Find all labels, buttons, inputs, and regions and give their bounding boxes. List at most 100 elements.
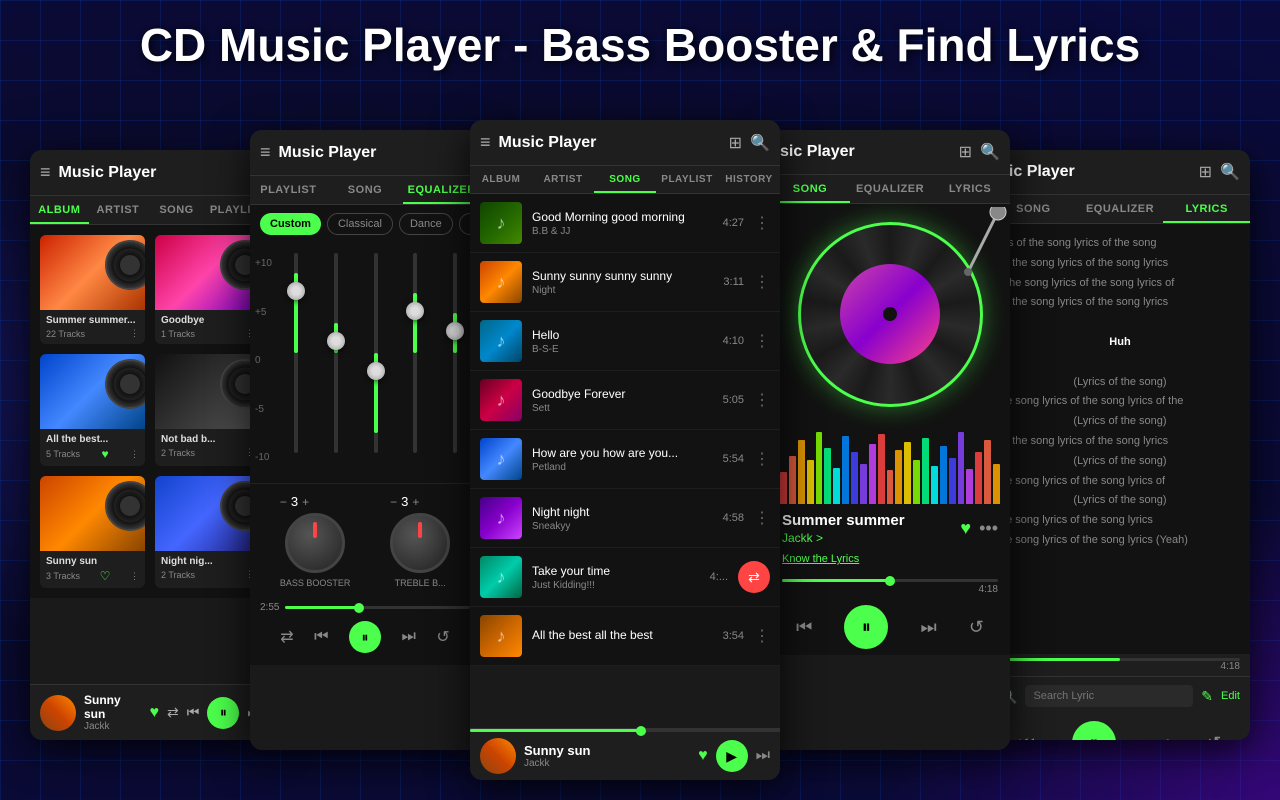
more-icon[interactable]: ⋮ <box>130 449 139 460</box>
tab-song[interactable]: SONG <box>594 166 656 193</box>
search-lyric-input[interactable] <box>1025 685 1193 707</box>
filter-icon-4[interactable]: ⊞ <box>959 142 972 162</box>
search-icon-4[interactable]: 🔍 <box>980 142 1000 162</box>
eq-slider-3[interactable] <box>356 253 396 478</box>
preset-custom[interactable]: Custom <box>260 213 321 235</box>
song-item-5[interactable]: ♪ Night nightSneakyy 4:58 ⋮ <box>470 489 780 548</box>
song-more-7[interactable]: ⋮ <box>754 626 770 646</box>
mini-heart-3[interactable]: ♥ <box>698 747 708 765</box>
song-more-3[interactable]: ⋮ <box>754 390 770 410</box>
repeat-btn-5[interactable]: ↺ <box>1206 733 1221 741</box>
tab-album[interactable]: ALBUM <box>30 196 89 224</box>
next-btn-5[interactable]: ⏭ <box>1153 733 1169 741</box>
preset-classical[interactable]: Classical <box>327 213 393 235</box>
next-btn-4[interactable]: ⏭ <box>921 617 937 638</box>
mini-avatar <box>40 695 76 731</box>
song-more-0[interactable]: ⋮ <box>754 213 770 233</box>
song-item-4[interactable]: ♪ How are you how are you...Petland 5:54… <box>470 430 780 489</box>
album-item[interactable]: Night nig... 2 Tracks ⋮ <box>155 476 260 588</box>
pause-button[interactable]: ⏸ <box>349 621 381 653</box>
tab-artist[interactable]: ARTIST <box>89 196 148 224</box>
filter-icon-5[interactable]: ⊞ <box>1199 162 1212 182</box>
shuffle-button[interactable]: ⇄ <box>167 704 179 721</box>
search-icon[interactable]: 🔍 <box>750 133 770 153</box>
treble-minus[interactable]: − <box>390 495 397 509</box>
heart-icon[interactable]: ♥ <box>101 447 108 461</box>
menu-icon[interactable]: ≡ <box>40 162 51 183</box>
song-more-1[interactable]: ⋮ <box>754 272 770 292</box>
more-icon[interactable]: ⋮ <box>130 571 139 582</box>
prev-icon[interactable]: ⏮ <box>314 628 328 646</box>
prev-btn-4[interactable]: ⏮ <box>796 617 812 638</box>
shuffle-icon[interactable]: ⇄ <box>280 627 293 647</box>
pause-btn-4[interactable]: ⏸ <box>844 605 888 649</box>
prev-button[interactable]: ⏮ <box>187 704 200 721</box>
mini-play-3[interactable]: ▶ <box>716 740 748 772</box>
song-item-2[interactable]: ♪ HelloB-S-E 4:10 ⋮ <box>470 312 780 371</box>
tab-playlist[interactable]: PLAYLIST <box>656 166 718 193</box>
tab-history[interactable]: HISTORY <box>718 166 780 193</box>
progress-bar-5[interactable] <box>1000 658 1240 661</box>
song-more-4[interactable]: ⋮ <box>754 449 770 469</box>
eq-progress-bar[interactable] <box>285 606 470 609</box>
menu-icon[interactable]: ≡ <box>260 142 271 163</box>
more-icon[interactable]: ⋮ <box>130 328 139 339</box>
repeat-btn-4[interactable]: ↺ <box>969 617 984 638</box>
shuffle-active-button[interactable]: ⇄ <box>738 561 770 593</box>
viz-bar-21 <box>966 469 973 504</box>
tab-equalizer-4[interactable]: EQUALIZER <box>850 175 930 203</box>
tab-artist[interactable]: ARTIST <box>532 166 594 193</box>
progress-bar-4[interactable] <box>782 579 998 582</box>
mini-next-3[interactable]: ⏭ <box>756 747 770 765</box>
tab-song-4[interactable]: SONG <box>770 175 850 203</box>
tab-equalizer[interactable]: EQUALIZER <box>403 176 480 204</box>
screen3-header: ≡ Music Player ⊞ 🔍 <box>470 120 780 166</box>
nowplaying-artist: Jackk > <box>782 531 905 545</box>
search-icon-5[interactable]: 🔍 <box>1220 162 1240 182</box>
eq-slider-1[interactable] <box>276 253 316 478</box>
progress-bar-3[interactable] <box>470 729 780 732</box>
pause-btn-5[interactable]: ⏸ <box>1072 721 1116 740</box>
preset-dance[interactable]: Dance <box>399 213 453 235</box>
album-item[interactable]: All the best... 5 Tracks ♥ ⋮ <box>40 354 145 466</box>
song-item-7[interactable]: ♪ All the best all the best 3:54 ⋮ <box>470 607 780 666</box>
tab-song[interactable]: SONG <box>147 196 206 224</box>
tab-playlist[interactable]: PLAYLIST <box>250 176 327 204</box>
prev-btn-5[interactable]: ⏮ <box>1019 733 1035 741</box>
tab-song[interactable]: SONG <box>327 176 404 204</box>
song-item-0[interactable]: ♪ Good Morning good morningB.B & JJ 4:27… <box>470 194 780 253</box>
song-item-1[interactable]: ♪ Sunny sunny sunny sunnyNight 3:11 ⋮ <box>470 253 780 312</box>
know-lyrics-link[interactable]: Know the Lyrics <box>782 553 859 565</box>
album-item[interactable]: Not bad b... 2 Tracks ⋮ <box>155 354 260 466</box>
menu-icon[interactable]: ≡ <box>480 132 491 153</box>
edit-button[interactable]: Edit <box>1221 690 1240 702</box>
bass-knob[interactable] <box>285 513 345 573</box>
song-more-5[interactable]: ⋮ <box>754 508 770 528</box>
eq-slider-4[interactable] <box>395 253 435 478</box>
album-item[interactable]: Sunny sun 3 Tracks ♡ ⋮ <box>40 476 145 588</box>
tab-album[interactable]: ALBUM <box>470 166 532 193</box>
pause-button[interactable]: ⏸ <box>207 697 239 729</box>
eq-slider-2[interactable] <box>316 253 356 478</box>
song-item-6[interactable]: ♪ Take your timeJust Kidding!!! 4:... ⇄ <box>470 548 780 607</box>
song-item-3[interactable]: ♪ Goodbye ForeverSett 5:05 ⋮ <box>470 371 780 430</box>
tab-equalizer-5[interactable]: EQUALIZER <box>1077 195 1164 223</box>
heart-icon-4[interactable]: ♥ <box>960 518 971 539</box>
tab-lyrics-5[interactable]: LYRICS <box>1163 195 1250 223</box>
next-icon[interactable]: ⏭ <box>401 628 415 646</box>
treble-plus[interactable]: + <box>412 495 419 509</box>
bass-minus[interactable]: − <box>280 495 287 509</box>
song-more-2[interactable]: ⋮ <box>754 331 770 351</box>
album-item[interactable]: Goodbye 1 Tracks ⋮ <box>155 235 260 344</box>
more-icon-4[interactable]: ••• <box>979 518 998 539</box>
heart-icon[interactable]: ♡ <box>100 569 111 583</box>
lyrics-progress: 4:18 <box>990 654 1250 676</box>
repeat-icon[interactable]: ↺ <box>436 627 449 647</box>
treble-knob[interactable] <box>390 513 450 573</box>
album-item[interactable]: Summer summer... 22 Tracks ⋮ <box>40 235 145 344</box>
mini-heart-icon[interactable]: ♥ <box>150 704 160 722</box>
bass-plus[interactable]: + <box>302 495 309 509</box>
viz-bar-1 <box>789 456 796 504</box>
filter-icon[interactable]: ⊞ <box>729 133 742 153</box>
tab-lyrics-4[interactable]: LYRICS <box>930 175 1010 203</box>
